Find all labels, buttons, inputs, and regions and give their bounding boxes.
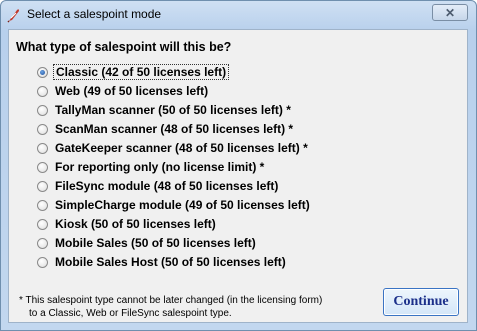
option-label: GateKeeper scanner (48 of 50 licenses le… — [55, 141, 308, 155]
option-kiosk[interactable]: Kiosk (50 of 50 licenses left) — [37, 215, 218, 233]
footnote-line-1: * This salespoint type cannot be later c… — [19, 295, 323, 306]
close-button[interactable]: ✕ — [432, 4, 468, 21]
radio-button[interactable] — [37, 66, 48, 78]
radio-button[interactable] — [37, 199, 48, 211]
option-gatekeeper-scanner[interactable]: GateKeeper scanner (48 of 50 licenses le… — [37, 139, 310, 157]
app-feather-icon — [7, 9, 19, 23]
footnote: * This salespoint type cannot be later c… — [19, 294, 322, 320]
radio-button[interactable] — [37, 218, 48, 230]
option-reporting-only[interactable]: For reporting only (no license limit) * — [37, 158, 266, 176]
option-tallyman-scanner[interactable]: TallyMan scanner (50 of 50 licenses left… — [37, 101, 293, 119]
question-label: What type of salespoint will this be? — [16, 40, 232, 54]
radio-button[interactable] — [37, 123, 48, 135]
continue-button[interactable]: Continue — [383, 288, 459, 316]
radio-button[interactable] — [37, 85, 48, 97]
dialog-body: What type of salespoint will this be? Cl… — [8, 29, 468, 323]
option-scanman-scanner[interactable]: ScanMan scanner (48 of 50 licenses left)… — [37, 120, 295, 138]
option-simplecharge-module[interactable]: SimpleCharge module (49 of 50 licenses l… — [37, 196, 312, 214]
option-label: Mobile Sales Host (50 of 50 licenses lef… — [55, 255, 286, 269]
option-mobile-sales-host[interactable]: Mobile Sales Host (50 of 50 licenses lef… — [37, 253, 288, 271]
option-label: Mobile Sales (50 of 50 licenses left) — [55, 236, 256, 250]
dialog-window: Select a salespoint mode ✕ What type of … — [0, 0, 477, 331]
option-filesync-module[interactable]: FileSync module (48 of 50 licenses left) — [37, 177, 280, 195]
option-label: Classic (42 of 50 licenses left) — [53, 64, 230, 80]
option-label: TallyMan scanner (50 of 50 licenses left… — [55, 103, 291, 117]
title-bar[interactable]: Select a salespoint mode ✕ — [1, 1, 476, 29]
radio-button[interactable] — [37, 256, 48, 268]
option-web[interactable]: Web (49 of 50 licenses left) — [37, 82, 210, 100]
option-classic[interactable]: Classic (42 of 50 licenses left) — [37, 63, 230, 81]
radio-button[interactable] — [37, 104, 48, 116]
option-label: ScanMan scanner (48 of 50 licenses left)… — [55, 122, 294, 136]
radio-button[interactable] — [37, 161, 48, 173]
window-title: Select a salespoint mode — [27, 7, 162, 21]
option-mobile-sales[interactable]: Mobile Sales (50 of 50 licenses left) — [37, 234, 258, 252]
option-label: For reporting only (no license limit) * — [55, 160, 265, 174]
radio-button[interactable] — [37, 142, 48, 154]
option-label: Web (49 of 50 licenses left) — [55, 84, 209, 98]
radio-button[interactable] — [37, 237, 48, 249]
radio-button[interactable] — [37, 180, 48, 192]
option-label: Kiosk (50 of 50 licenses left) — [55, 217, 216, 231]
close-icon: ✕ — [444, 5, 456, 20]
option-label: FileSync module (48 of 50 licenses left) — [55, 179, 279, 193]
footnote-line-2: to a Classic, Web or FileSync salespoint… — [29, 308, 232, 319]
option-label: SimpleCharge module (49 of 50 licenses l… — [55, 198, 310, 212]
